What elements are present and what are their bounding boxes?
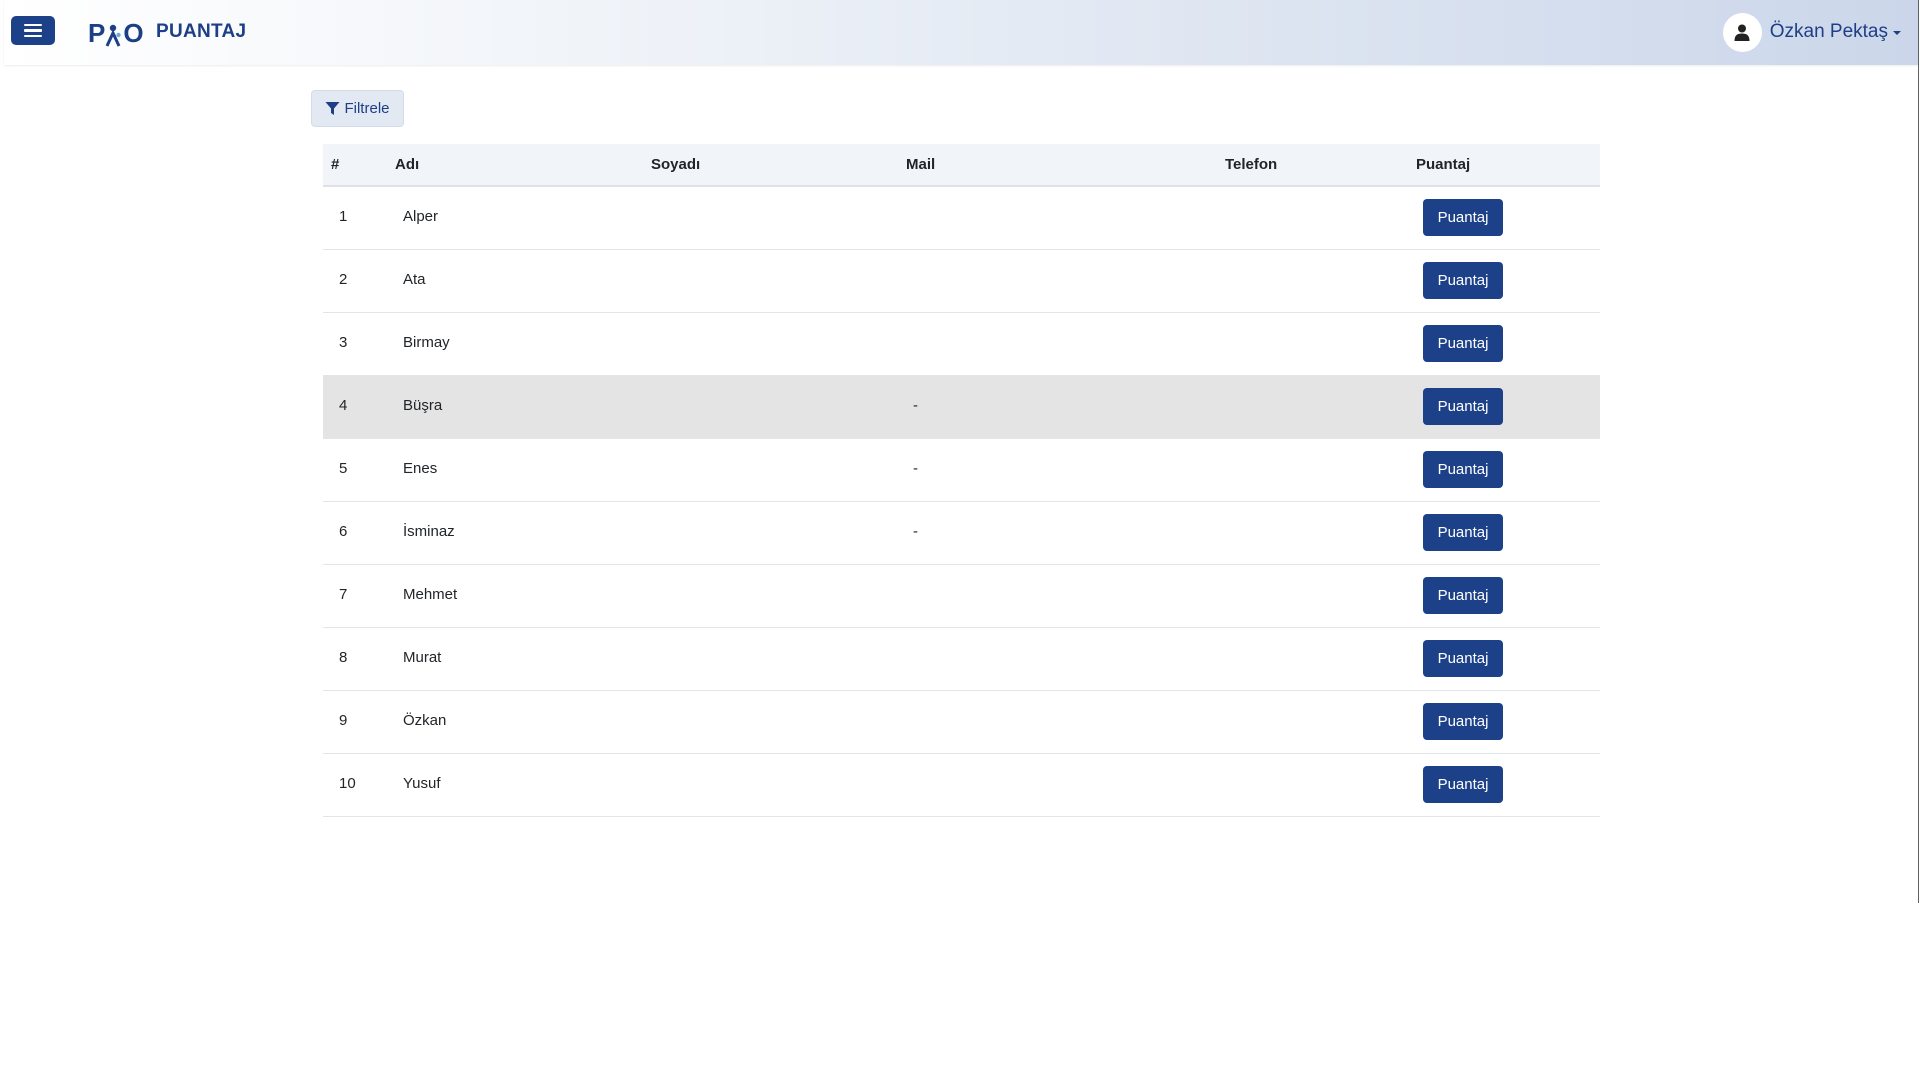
row-number: 2 <box>339 271 348 288</box>
column-header-name: Adı <box>395 156 420 173</box>
row-action-cell: Puantaj <box>1423 199 1503 236</box>
row-action-cell: Puantaj <box>1423 640 1503 677</box>
puantaj-button[interactable]: Puantaj <box>1423 514 1503 551</box>
table-row: 1 Alper Puantaj <box>323 187 1600 250</box>
table-body: 1 Alper Puantaj 2 Ata Puantaj 3 Birmay Puantaj 4 B… <box>323 187 1600 817</box>
row-number: 7 <box>339 586 348 603</box>
table-row: 8 Murat Puantaj <box>323 628 1600 691</box>
puantaj-button[interactable]: Puantaj <box>1423 262 1503 299</box>
row-name: Ata <box>403 271 426 288</box>
puantaj-button[interactable]: Puantaj <box>1423 199 1503 236</box>
filter-button[interactable]: Filtrele <box>311 90 404 127</box>
row-action-cell: Puantaj <box>1423 703 1503 740</box>
row-action-cell: Puantaj <box>1423 325 1503 362</box>
row-name: Büşra <box>403 397 443 414</box>
row-number: 3 <box>339 334 348 351</box>
filter-icon <box>325 102 340 115</box>
column-header-number: # <box>331 156 340 173</box>
row-name: Mehmet <box>403 586 458 603</box>
filter-button-label: Filtrele <box>344 100 390 117</box>
table-row: 6 İsminaz - Puantaj <box>323 502 1600 565</box>
row-number: 8 <box>339 649 348 666</box>
row-name: Enes <box>403 460 438 477</box>
logo-text-left: P <box>88 17 106 48</box>
row-name: Özkan <box>403 712 447 729</box>
puantaj-button[interactable]: Puantaj <box>1423 451 1503 488</box>
row-name: Murat <box>403 649 442 666</box>
personnel-table: # Adı Soyadı Mail Telefon Puantaj 1 Alper… <box>323 144 1600 817</box>
chevron-down-icon <box>1893 31 1901 35</box>
hamburger-icon <box>24 23 42 38</box>
puantaj-button[interactable]: Puantaj <box>1423 325 1503 362</box>
top-navbar: P O PUANTAJ Özkan Pektaş <box>4 0 1918 65</box>
puantaj-button[interactable]: Puantaj <box>1423 703 1503 740</box>
table-row: 3 Birmay Puantaj <box>323 313 1600 376</box>
app-title: PUANTAJ <box>156 21 247 42</box>
row-mail: - <box>913 460 918 477</box>
row-name: Yusuf <box>403 775 441 792</box>
table-header: # Adı Soyadı Mail Telefon Puantaj <box>323 144 1600 187</box>
row-action-cell: Puantaj <box>1423 514 1503 551</box>
row-name: İsminaz <box>403 523 455 540</box>
row-action-cell: Puantaj <box>1423 766 1503 803</box>
row-mail: - <box>913 397 918 414</box>
brand-logo[interactable]: P O <box>88 17 144 49</box>
puantaj-button[interactable]: Puantaj <box>1423 640 1503 677</box>
user-icon <box>1734 24 1750 41</box>
table-row: 2 Ata Puantaj <box>323 250 1600 313</box>
row-number: 6 <box>339 523 348 540</box>
column-header-mail: Mail <box>906 156 936 173</box>
column-header-phone: Telefon <box>1225 156 1278 173</box>
row-mail: - <box>913 523 918 540</box>
puantaj-button[interactable]: Puantaj <box>1423 766 1503 803</box>
table-row: 7 Mehmet Puantaj <box>323 565 1600 628</box>
row-action-cell: Puantaj <box>1423 451 1503 488</box>
row-number: 10 <box>339 775 356 792</box>
menu-toggle-button[interactable] <box>11 16 55 45</box>
table-row: 9 Özkan Puantaj <box>323 691 1600 754</box>
logo-text-right: O <box>123 17 144 48</box>
table-row: 10 Yusuf Puantaj <box>323 754 1600 817</box>
user-menu-dropdown[interactable]: Özkan Pektaş <box>1722 11 1901 53</box>
logo-mark-icon <box>105 20 123 47</box>
app-window: P O PUANTAJ Özkan Pektaş Filtrele # Adı … <box>0 0 1919 903</box>
row-action-cell: Puantaj <box>1423 388 1503 425</box>
row-action-cell: Puantaj <box>1423 577 1503 614</box>
row-name: Birmay <box>403 334 450 351</box>
row-number: 5 <box>339 460 348 477</box>
row-number: 4 <box>339 397 348 414</box>
puantaj-button[interactable]: Puantaj <box>1423 388 1503 425</box>
puantaj-button[interactable]: Puantaj <box>1423 577 1503 614</box>
table-row: 4 Büşra - Puantaj <box>323 376 1600 439</box>
column-header-puantaj: Puantaj <box>1416 156 1471 173</box>
row-name: Alper <box>403 208 439 225</box>
column-header-surname: Soyadı <box>651 156 701 173</box>
row-number: 1 <box>339 208 348 225</box>
table-row: 5 Enes - Puantaj <box>323 439 1600 502</box>
avatar <box>1722 12 1762 52</box>
row-action-cell: Puantaj <box>1423 262 1503 299</box>
row-number: 9 <box>339 712 348 729</box>
user-name: Özkan Pektaş <box>1769 21 1888 42</box>
